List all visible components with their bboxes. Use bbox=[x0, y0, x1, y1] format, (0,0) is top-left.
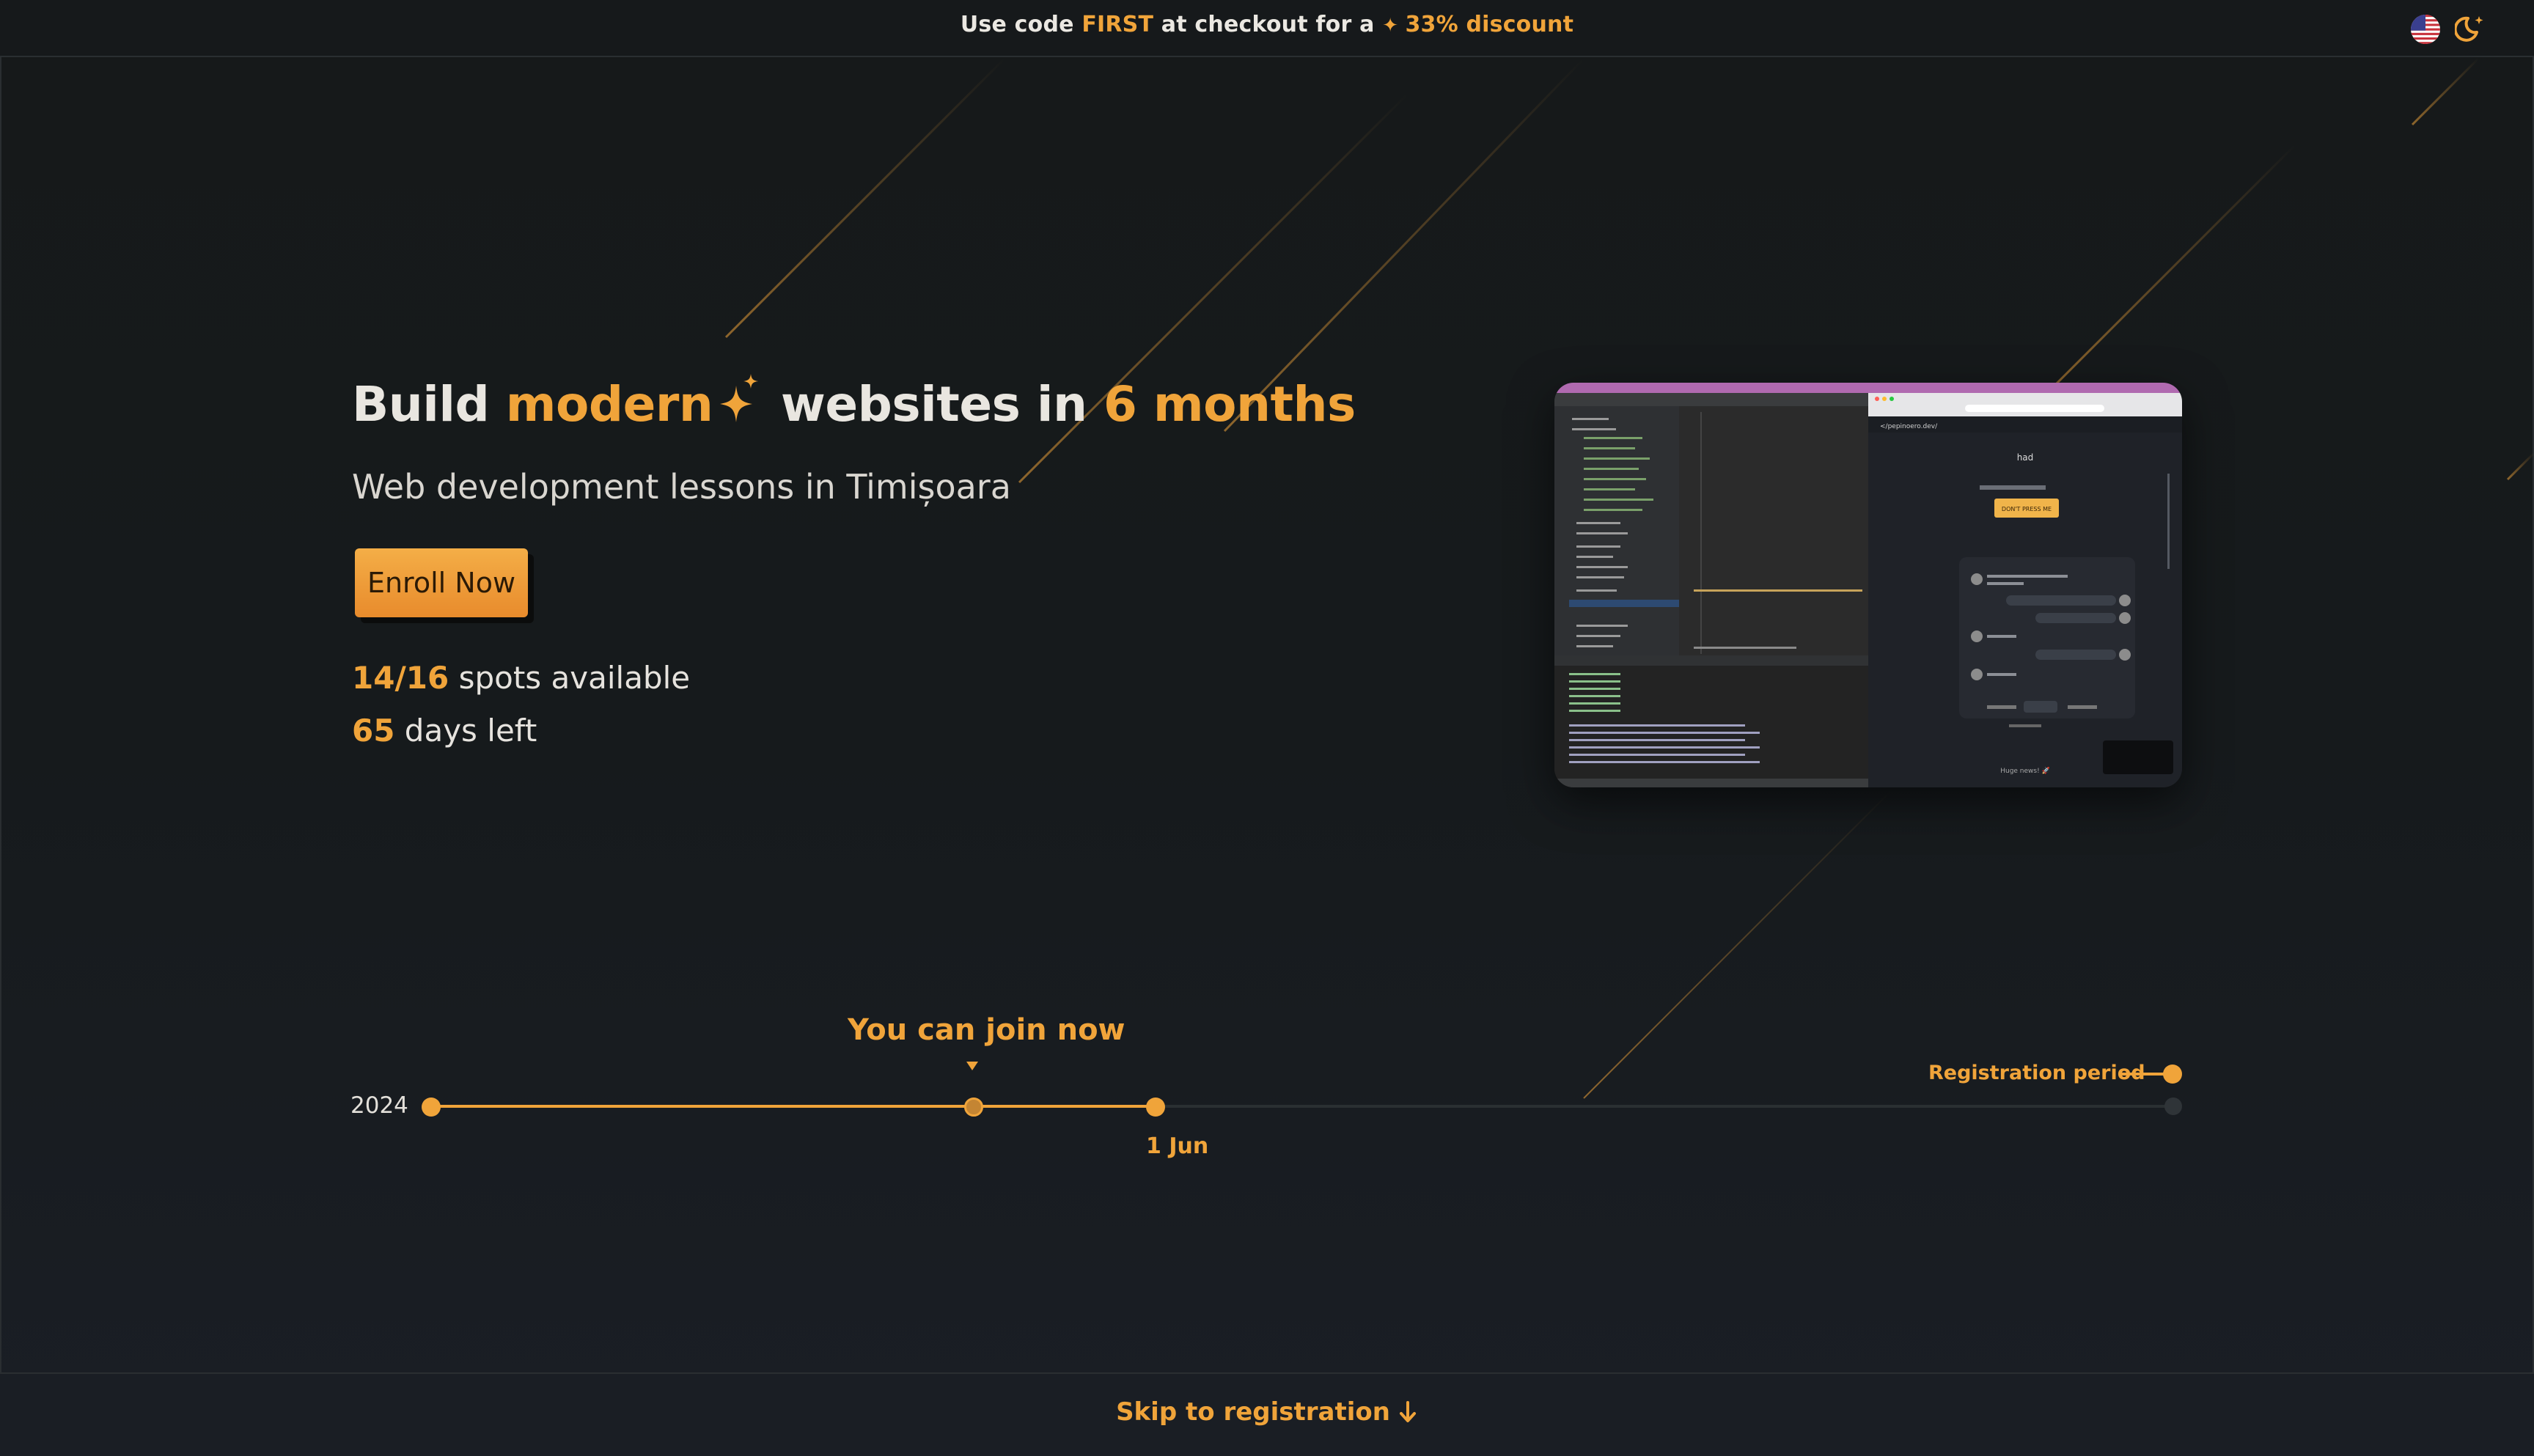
promo-discount: 33% discount bbox=[1405, 12, 1574, 37]
hero-title-accent-months: 6 months bbox=[1103, 376, 1356, 433]
preview-button: DON'T PRESS ME bbox=[2002, 506, 2052, 512]
timeline-start-dot bbox=[422, 1097, 441, 1117]
days-left: 65 days left bbox=[352, 713, 537, 749]
promo-prefix: Use code bbox=[960, 12, 1082, 37]
timeline-date-dot bbox=[1146, 1097, 1165, 1117]
preview-heading: had bbox=[2017, 452, 2034, 463]
timeline-year: 2024 bbox=[350, 1092, 408, 1119]
promo-middle: at checkout for a bbox=[1153, 12, 1383, 37]
timeline-current-dot bbox=[964, 1097, 983, 1117]
hero-title: Build modern websites in 6 months bbox=[352, 374, 1356, 437]
days-count: 65 bbox=[352, 713, 395, 749]
legend-dot bbox=[2163, 1065, 2182, 1084]
promo-text: Use code FIRST at checkout for a ✦ 33% d… bbox=[0, 12, 2534, 37]
caret-down-icon bbox=[966, 1062, 978, 1070]
us-flag-icon[interactable] bbox=[2411, 15, 2440, 44]
course-preview-image: </pepinoero.dev/ had DON'T PRESS ME Huge… bbox=[1554, 383, 2182, 787]
spots-text: spots available bbox=[449, 660, 691, 696]
spots-count: 14/16 bbox=[352, 660, 449, 696]
preview-footer: Huge news! 🚀 bbox=[2000, 766, 2050, 775]
timeline-date-label: 1 Jun bbox=[1146, 1133, 1209, 1159]
enroll-now-button[interactable]: Enroll Now bbox=[355, 548, 528, 617]
timeline-progress bbox=[431, 1105, 1156, 1108]
preview-screenshot: </pepinoero.dev/ had DON'T PRESS ME Huge… bbox=[1554, 383, 2182, 787]
hero-title-accent-modern: modern bbox=[505, 376, 713, 433]
timeline-now-label: You can join now bbox=[848, 1013, 1125, 1047]
promo-banner: Use code FIRST at checkout for a ✦ 33% d… bbox=[0, 0, 2534, 57]
hero-title-part: Build bbox=[352, 376, 506, 433]
sparkle-icon: ✦ bbox=[1382, 15, 1406, 37]
spots-available: 14/16 spots available bbox=[352, 660, 690, 696]
skip-to-registration-link[interactable]: Skip to registration bbox=[0, 1397, 2534, 1431]
arrow-down-icon bbox=[1398, 1400, 1418, 1431]
bottom-bar: Skip to registration bbox=[0, 1372, 2534, 1456]
hero-subtitle: Web development lessons in Timișoara bbox=[352, 467, 1011, 507]
timeline-end-dot bbox=[2164, 1097, 2182, 1115]
promo-code: FIRST bbox=[1081, 12, 1154, 37]
hero-title-part: websites in bbox=[764, 376, 1103, 433]
preview-site-title: </pepinoero.dev/ bbox=[1880, 423, 1938, 430]
frame-border-left bbox=[0, 57, 1, 1456]
skip-label: Skip to registration bbox=[1116, 1397, 1390, 1427]
registration-period-legend: Registration period bbox=[1928, 1062, 2145, 1084]
moon-icon[interactable] bbox=[2453, 12, 2489, 45]
sparkle-icon bbox=[717, 374, 760, 437]
days-text: days left bbox=[394, 713, 537, 749]
